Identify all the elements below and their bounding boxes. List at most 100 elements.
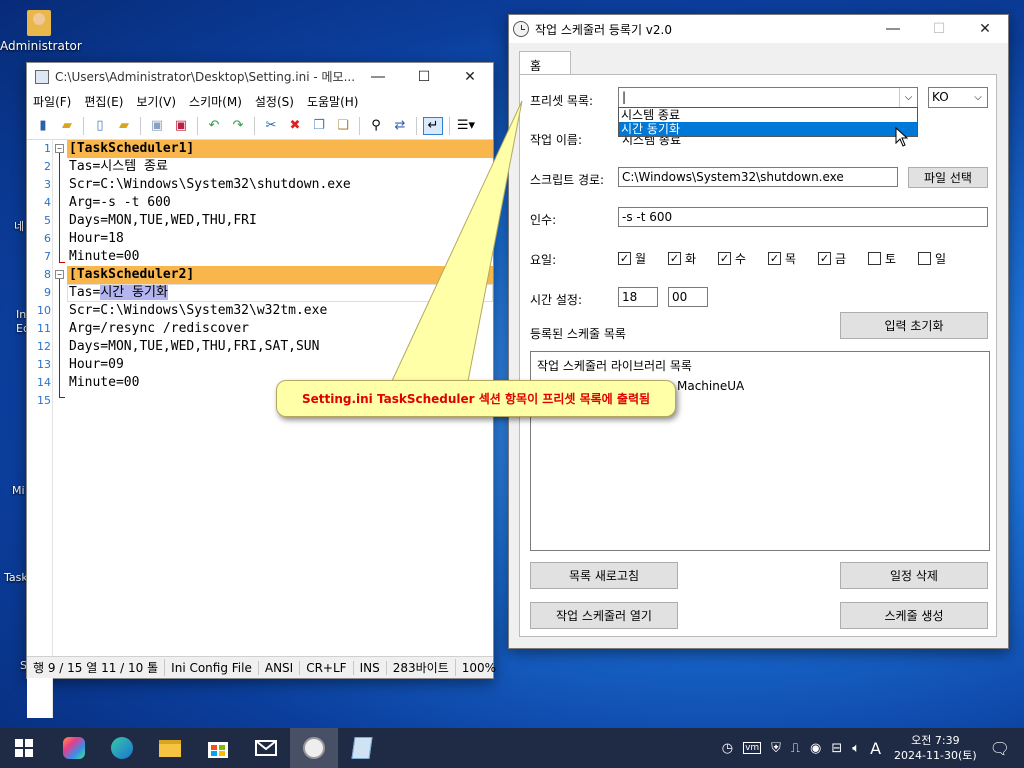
- redo-icon[interactable]: ↷: [228, 117, 248, 135]
- notepad-titlebar[interactable]: C:\Users\Administrator\Desktop\Setting.i…: [27, 63, 493, 90]
- scheduler-titlebar[interactable]: 작업 스케줄러 등록기 v2.0 ― ☐ ✕: [509, 15, 1008, 43]
- tree-root-item[interactable]: 작업 스케줄러 라이브러리 목록: [537, 357, 692, 374]
- encoding[interactable]: ANSI: [259, 660, 301, 675]
- new-file-icon[interactable]: ▮: [33, 117, 53, 135]
- notification-icon[interactable]: 🗨︎: [990, 739, 1010, 758]
- schema-menu-icon[interactable]: ☰▾: [456, 117, 476, 135]
- replace-icon[interactable]: ⇄: [390, 117, 410, 135]
- day-checkbox-sun[interactable]: 일: [918, 250, 946, 267]
- save-icon[interactable]: ▣: [147, 117, 167, 135]
- menu-help[interactable]: 도움말(H): [307, 93, 359, 110]
- tab-home[interactable]: 홈: [519, 51, 571, 75]
- notepad-icon: [35, 69, 49, 84]
- chevron-down-icon[interactable]: ⌵: [899, 88, 917, 107]
- file-explorer-icon[interactable]: [146, 728, 194, 768]
- open-document-icon[interactable]: ▰: [114, 117, 134, 135]
- open-folder-icon[interactable]: ▰: [57, 117, 77, 135]
- day-checkbox-fri[interactable]: ✓ 금: [818, 250, 846, 267]
- clock[interactable]: 오전 7:39 2024-11-30(토): [894, 733, 977, 763]
- word-wrap-icon[interactable]: ↵: [423, 116, 443, 135]
- day-checkbox-tue[interactable]: ✓ 화: [668, 250, 696, 267]
- script-path-input[interactable]: C:\Windows\System32\shutdown.exe: [618, 167, 898, 187]
- arguments-input[interactable]: -s -t 600: [618, 207, 988, 227]
- find-icon[interactable]: ⚲: [366, 117, 386, 135]
- dropdown-item-highlighted[interactable]: 시간 동기화: [619, 122, 917, 136]
- line-text: Scr=C:\Windows\System32\shutdown.exe: [69, 177, 351, 192]
- network-icon[interactable]: ⊟: [831, 741, 842, 756]
- line-number: 3: [44, 178, 51, 191]
- checkbox[interactable]: ✓: [718, 252, 731, 265]
- refresh-list-button[interactable]: 목록 새로고침: [530, 562, 678, 589]
- security-shield-icon[interactable]: ⛨: [771, 741, 781, 756]
- day-checkbox-mon[interactable]: ✓ 월: [618, 250, 646, 267]
- delete-icon[interactable]: ✖: [285, 117, 305, 135]
- language-combobox[interactable]: KO ⌵: [928, 87, 988, 108]
- chevron-down-icon[interactable]: ⌵: [969, 88, 987, 107]
- text-editor[interactable]: 1 [TaskScheduler1] − 2 Tas=시스템 종료 3 Scr=…: [27, 140, 493, 718]
- copy-icon[interactable]: ❐: [309, 117, 329, 135]
- minimize-button[interactable]: ―: [870, 16, 916, 43]
- day-checkbox-sat[interactable]: 토: [868, 250, 896, 267]
- maximize-button[interactable]: ☐: [916, 16, 962, 43]
- line-ending[interactable]: CR+LF: [300, 660, 354, 675]
- delete-schedule-button[interactable]: 일정 삭제: [840, 562, 988, 589]
- copilot-icon[interactable]: [50, 728, 98, 768]
- minute-input[interactable]: 00: [668, 287, 708, 307]
- cursor-position: 행 9 / 15 열 11 / 10 톨: [27, 659, 166, 676]
- edge-browser-icon[interactable]: [98, 728, 146, 768]
- menu-edit[interactable]: 편집(E): [84, 93, 123, 110]
- usb-device-icon[interactable]: ⎍: [791, 741, 800, 756]
- line-number: 14: [37, 376, 51, 389]
- mail-icon[interactable]: [242, 728, 290, 768]
- menu-schema[interactable]: 스키마(M): [189, 93, 242, 110]
- checkbox[interactable]: ✓: [618, 252, 631, 265]
- file-select-button[interactable]: 파일 선택: [908, 167, 988, 188]
- new-document-icon[interactable]: ▯: [90, 117, 110, 135]
- tree-child-item[interactable]: MachineUA: [677, 379, 744, 393]
- close-button[interactable]: ✕: [962, 16, 1008, 43]
- scheduler-tray-icon[interactable]: ◷: [722, 741, 733, 756]
- checkbox[interactable]: ✓: [668, 252, 681, 265]
- checkbox[interactable]: [868, 252, 881, 265]
- menu-settings[interactable]: 설정(S): [255, 93, 294, 110]
- taskbar: ◷ vm ⛨ ⎍ ◉ ⊟ 🔈︎ A 오전 7:39 2024-11-30(토) …: [0, 728, 1024, 768]
- checkbox[interactable]: ✓: [768, 252, 781, 265]
- zoom-level[interactable]: 100%: [456, 661, 502, 675]
- day-checkbox-wed[interactable]: ✓ 수: [718, 250, 746, 267]
- menu-file[interactable]: 파일(F): [33, 93, 71, 110]
- task-scheduler-window: 작업 스케줄러 등록기 v2.0 ― ☐ ✕ 홈 프리셋 목록: | ⌵ KO …: [508, 14, 1009, 649]
- insert-mode[interactable]: INS: [354, 660, 387, 675]
- fold-collapse-icon[interactable]: −: [55, 270, 64, 279]
- vmware-tray-icon[interactable]: vm: [743, 742, 762, 754]
- administrator-desktop-icon[interactable]: Administrator: [0, 10, 82, 53]
- line-text: Minute=00: [69, 375, 140, 390]
- undo-icon[interactable]: ↶: [204, 117, 224, 135]
- save-as-icon[interactable]: ▣: [171, 117, 191, 135]
- minimize-button[interactable]: ―: [355, 63, 401, 90]
- input-method-indicator[interactable]: A: [870, 739, 881, 758]
- paste-icon[interactable]: ❏: [333, 117, 353, 135]
- maximize-button[interactable]: ☐: [401, 63, 447, 90]
- start-button[interactable]: [0, 728, 48, 768]
- line-text: Hour=09: [69, 357, 124, 372]
- menu-view[interactable]: 보기(V): [136, 93, 176, 110]
- reset-input-button[interactable]: 입력 초기화: [840, 312, 988, 339]
- create-schedule-button[interactable]: 스케줄 생성: [840, 602, 988, 629]
- camera-icon[interactable]: ◉: [810, 741, 821, 756]
- task-scheduler-taskbar-icon[interactable]: [290, 728, 338, 768]
- hour-input[interactable]: 18: [618, 287, 658, 307]
- cut-icon[interactable]: ✂: [261, 117, 281, 135]
- checkbox[interactable]: [918, 252, 931, 265]
- fold-collapse-icon[interactable]: −: [55, 144, 64, 153]
- schema-name[interactable]: Ini Config File: [165, 660, 259, 675]
- preset-combobox[interactable]: | ⌵: [618, 87, 918, 108]
- line-text: Scr=C:\Windows\System32\w32tm.exe: [69, 303, 328, 318]
- close-button[interactable]: ✕: [447, 63, 493, 90]
- dropdown-item[interactable]: 시스템 종료: [619, 108, 917, 122]
- day-checkbox-thu[interactable]: ✓ 목: [768, 250, 796, 267]
- volume-icon[interactable]: 🔈︎: [852, 741, 860, 756]
- open-task-scheduler-button[interactable]: 작업 스케줄러 열기: [530, 602, 678, 629]
- checkbox[interactable]: ✓: [818, 252, 831, 265]
- notepad-taskbar-icon[interactable]: [338, 728, 386, 768]
- store-icon[interactable]: [194, 728, 242, 768]
